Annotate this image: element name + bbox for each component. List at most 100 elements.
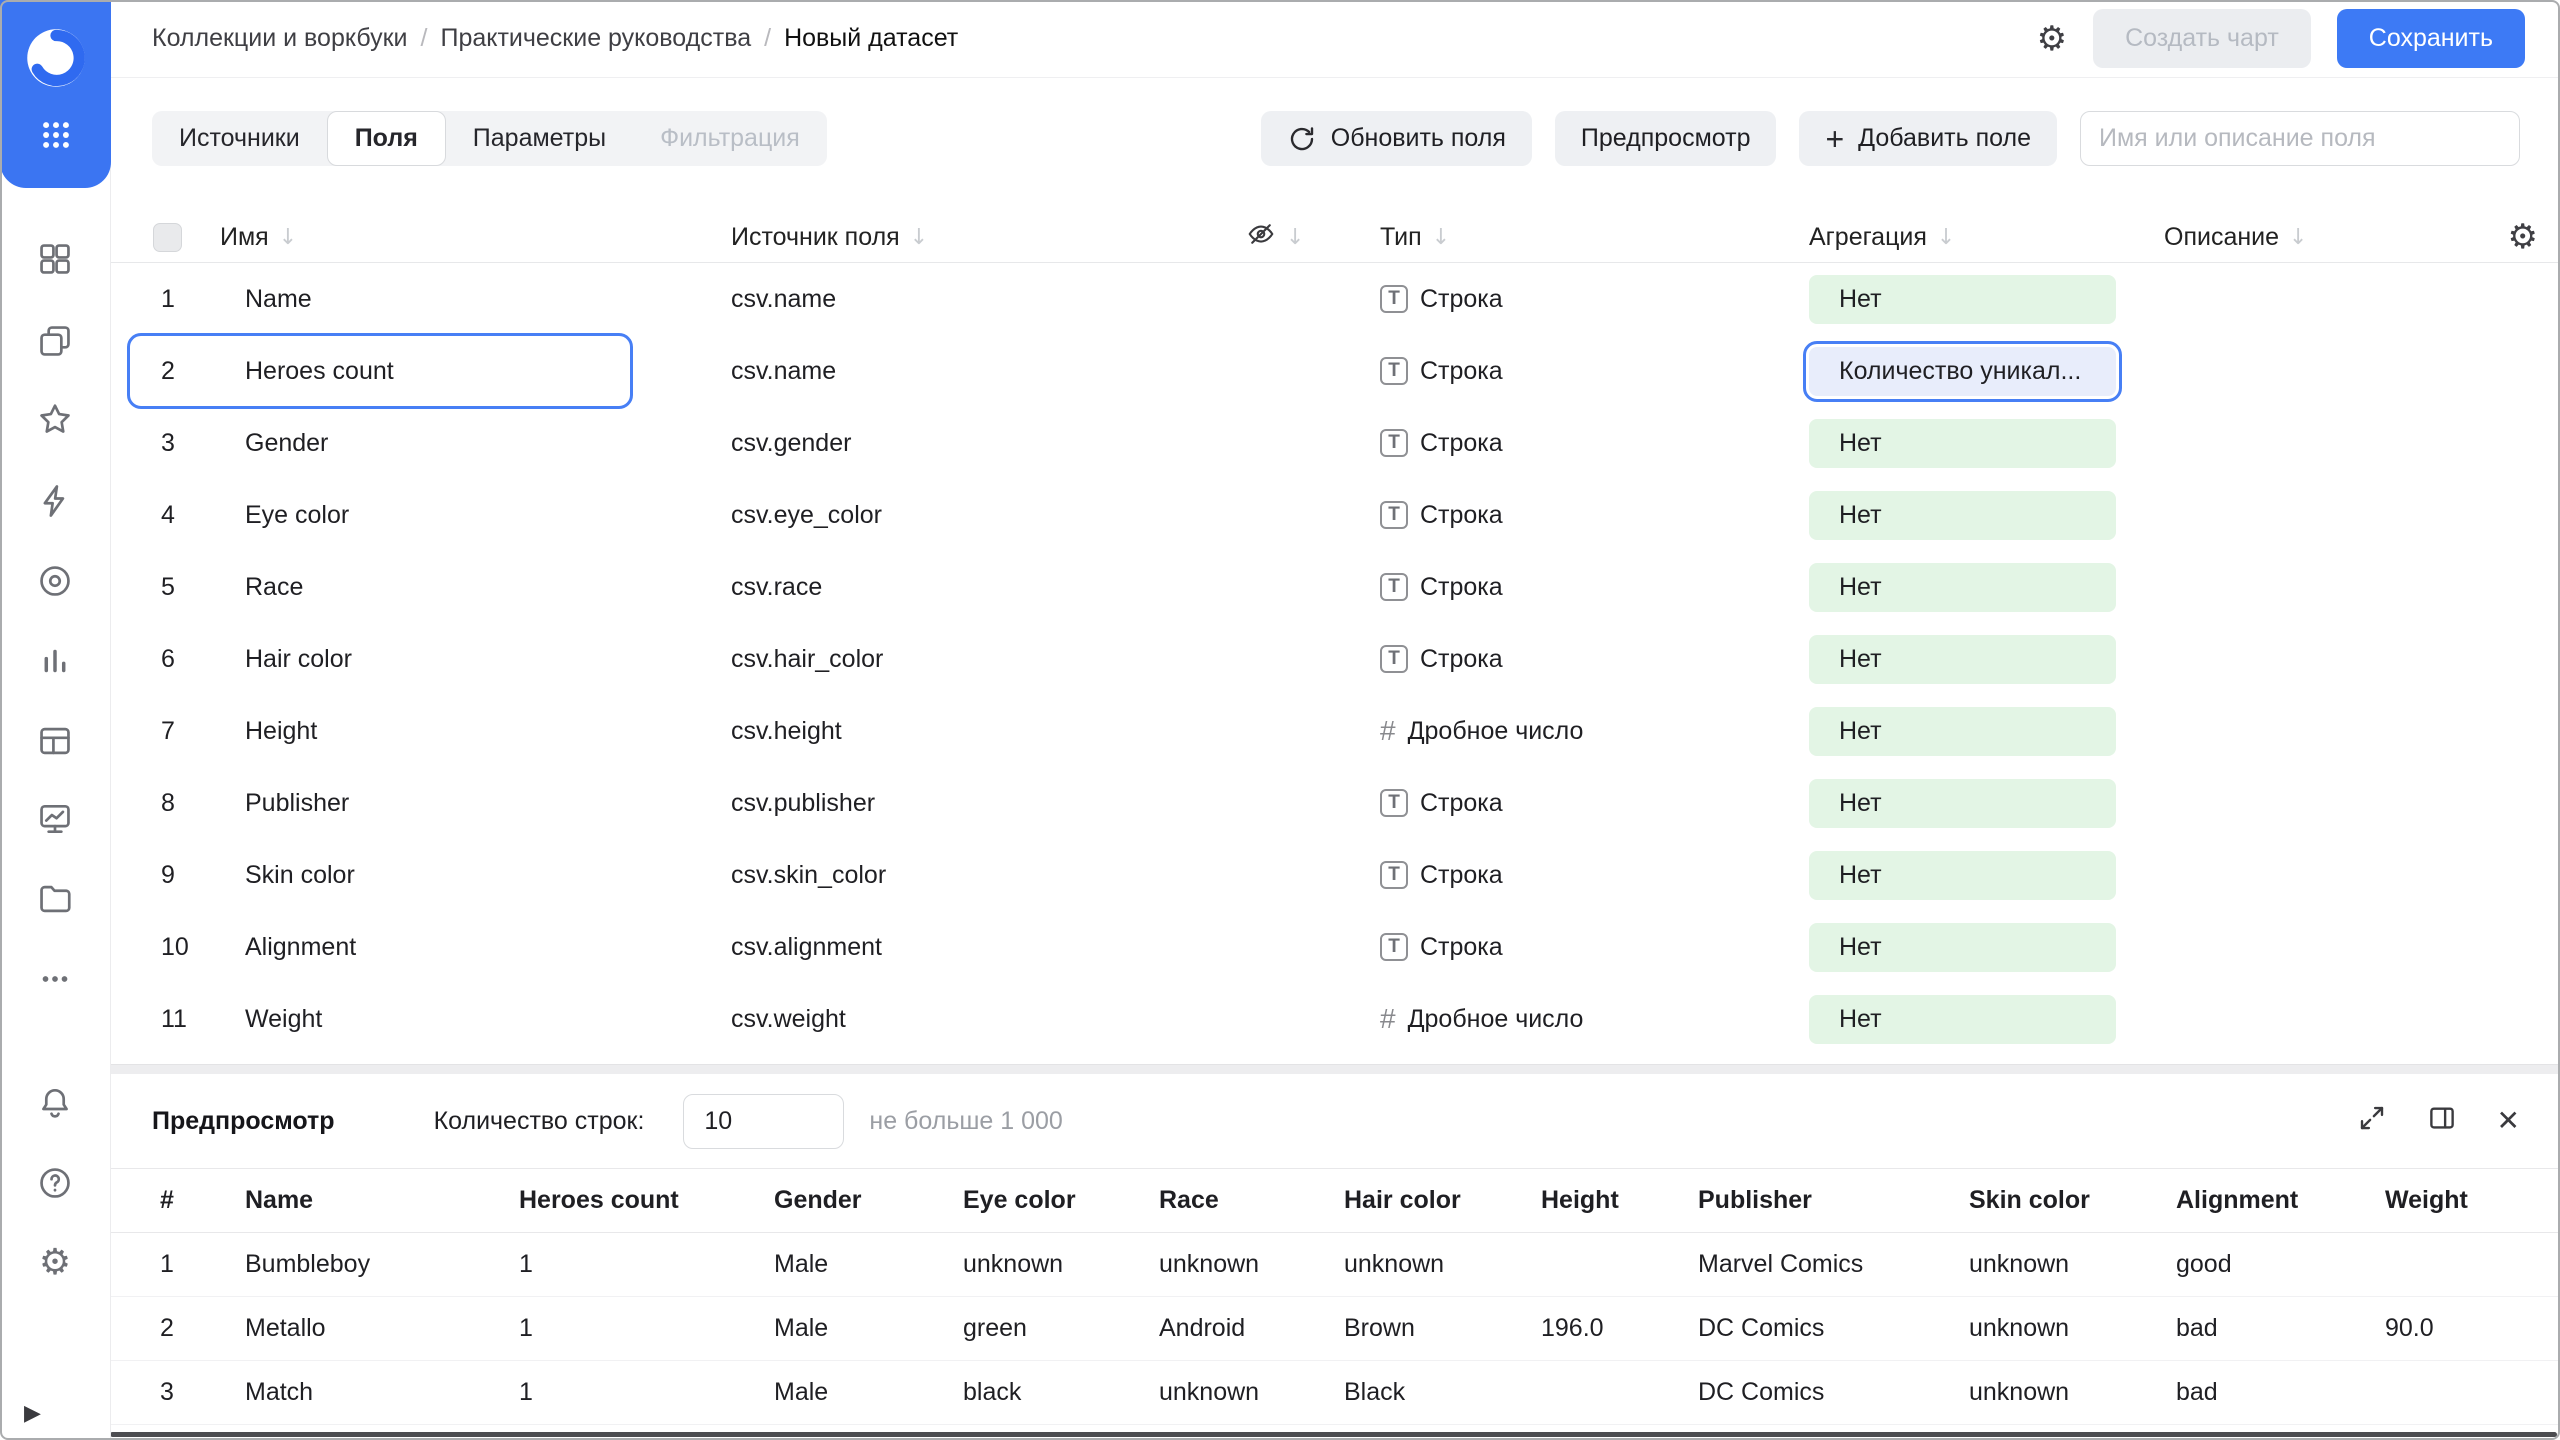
aggregation-badge[interactable]: Нет — [1809, 995, 2116, 1044]
field-row[interactable]: 10 Alignment csv.alignment T Строка Нет — [111, 911, 2560, 983]
field-aggregation[interactable]: Нет — [1809, 269, 2164, 330]
favorites-icon[interactable] — [36, 400, 74, 438]
tab-filtering[interactable]: Фильтрация — [633, 112, 827, 165]
panel-divider[interactable] — [111, 1064, 2560, 1074]
aggregation-badge[interactable]: Нет — [1809, 563, 2116, 612]
sort-icon[interactable]: ↓ — [279, 225, 297, 250]
field-name-cell[interactable]: Weight — [220, 1005, 731, 1034]
field-type[interactable]: T Строка — [1380, 645, 1809, 674]
field-name-cell[interactable]: Race — [220, 573, 731, 602]
breadcrumb-workbook[interactable]: Практические руководства — [440, 24, 751, 53]
tab-fields[interactable]: Поля — [327, 111, 446, 166]
field-row[interactable]: 11 Weight csv.weight # Дробное число Нет — [111, 983, 2560, 1055]
aggregation-badge[interactable]: Количество уникал... — [1809, 347, 2116, 396]
datalens-logo-icon[interactable] — [26, 28, 86, 88]
settings-gear-icon[interactable]: ⚙ — [36, 1243, 74, 1281]
select-all-checkbox[interactable] — [153, 223, 182, 252]
field-name-cell[interactable]: Hair color — [220, 645, 731, 674]
aggregation-badge[interactable]: Нет — [1809, 491, 2116, 540]
table-settings-gear-icon[interactable]: ⚙ — [2508, 217, 2538, 257]
field-row[interactable]: 1 Name csv.name T Строка Нет — [111, 263, 2560, 335]
collections-icon[interactable] — [36, 322, 74, 360]
field-row[interactable]: 2 Heroes count csv.name T Строка Количес… — [111, 335, 2560, 407]
apps-grid-icon[interactable] — [39, 118, 73, 152]
save-button[interactable]: Сохранить — [2337, 9, 2525, 68]
refresh-fields-button[interactable]: Обновить поля — [1261, 111, 1532, 166]
field-aggregation[interactable]: Нет — [1809, 701, 2164, 762]
field-type[interactable]: T Строка — [1380, 357, 1809, 386]
field-aggregation[interactable]: Нет — [1809, 629, 2164, 690]
field-aggregation[interactable]: Нет — [1809, 989, 2164, 1050]
datasets-icon[interactable] — [36, 562, 74, 600]
sort-icon[interactable]: ↓ — [1286, 225, 1304, 250]
field-name-cell[interactable]: Heroes count — [220, 357, 731, 386]
notifications-bell-icon[interactable] — [36, 1084, 74, 1122]
aggregation-badge[interactable]: Нет — [1809, 923, 2116, 972]
column-header-source[interactable]: Источник поля ↓ — [731, 223, 1246, 252]
aggregation-badge[interactable]: Нет — [1809, 707, 2116, 756]
field-row[interactable]: 3 Gender csv.gender T Строка Нет — [111, 407, 2560, 479]
aggregation-badge[interactable]: Нет — [1809, 851, 2116, 900]
field-name-cell[interactable]: Alignment — [220, 933, 731, 962]
add-field-button[interactable]: + Добавить поле — [1799, 111, 2057, 166]
field-type[interactable]: T Строка — [1380, 573, 1809, 602]
column-header-aggregation[interactable]: Агрегация ↓ — [1809, 223, 2164, 252]
field-row[interactable]: 4 Eye color csv.eye_color T Строка Нет — [111, 479, 2560, 551]
field-type[interactable]: # Дробное число — [1380, 1005, 1809, 1034]
column-header-type[interactable]: Тип ↓ — [1380, 223, 1809, 252]
aggregation-badge[interactable]: Нет — [1809, 275, 2116, 324]
expand-preview-icon[interactable] — [2357, 1103, 2387, 1140]
tab-sources[interactable]: Источники — [152, 112, 327, 165]
column-header-name[interactable]: Имя ↓ — [220, 223, 731, 252]
more-icon[interactable] — [36, 960, 74, 998]
row-count-input[interactable] — [683, 1094, 844, 1149]
dashboards-icon[interactable] — [36, 240, 74, 278]
field-type[interactable]: T Строка — [1380, 429, 1809, 458]
charts-icon[interactable] — [36, 642, 74, 680]
horizontal-scrollbar[interactable] — [110, 1432, 2557, 1437]
field-row[interactable]: 5 Race csv.race T Строка Нет — [111, 551, 2560, 623]
aggregation-badge[interactable]: Нет — [1809, 779, 2116, 828]
aggregation-badge[interactable]: Нет — [1809, 635, 2116, 684]
field-row[interactable]: 8 Publisher csv.publisher T Строка Нет — [111, 767, 2560, 839]
sort-icon[interactable]: ↓ — [1432, 225, 1450, 250]
breadcrumb-collections[interactable]: Коллекции и воркбуки — [152, 24, 408, 53]
field-name-cell[interactable]: Publisher — [220, 789, 731, 818]
field-row[interactable]: 9 Skin color csv.skin_color T Строка Нет — [111, 839, 2560, 911]
connections-icon[interactable] — [36, 482, 74, 520]
sort-icon[interactable]: ↓ — [910, 225, 928, 250]
field-name-cell[interactable]: Gender — [220, 429, 731, 458]
create-chart-button[interactable]: Создать чарт — [2093, 9, 2311, 68]
monitoring-icon[interactable] — [36, 800, 74, 838]
split-view-icon[interactable] — [2427, 1103, 2457, 1140]
help-icon[interactable] — [36, 1164, 74, 1202]
field-type[interactable]: T Строка — [1380, 501, 1809, 530]
close-preview-icon[interactable]: ✕ — [2497, 1107, 2520, 1135]
sort-icon[interactable]: ↓ — [1937, 225, 1955, 250]
field-aggregation[interactable]: Нет — [1809, 845, 2164, 906]
field-name-cell[interactable]: Eye color — [220, 501, 731, 530]
field-row[interactable]: 7 Height csv.height # Дробное число Нет — [111, 695, 2560, 767]
field-name-cell[interactable]: Skin color — [220, 861, 731, 890]
sidebar-expand-icon[interactable]: ▶ — [24, 1401, 41, 1426]
field-name-cell[interactable]: Name — [220, 285, 731, 314]
storage-folder-icon[interactable] — [36, 880, 74, 918]
tab-parameters[interactable]: Параметры — [446, 112, 633, 165]
field-type[interactable]: T Строка — [1380, 933, 1809, 962]
column-header-description[interactable]: Описание ↓ — [2164, 223, 2464, 252]
field-search-input[interactable] — [2080, 111, 2520, 166]
sort-icon[interactable]: ↓ — [2289, 225, 2307, 250]
field-type[interactable]: T Строка — [1380, 861, 1809, 890]
column-header-hidden[interactable]: ↓ — [1246, 219, 1380, 256]
tables-icon[interactable] — [36, 722, 74, 760]
field-type[interactable]: T Строка — [1380, 285, 1809, 314]
field-type[interactable]: # Дробное число — [1380, 717, 1809, 746]
aggregation-badge[interactable]: Нет — [1809, 419, 2116, 468]
field-type[interactable]: T Строка — [1380, 789, 1809, 818]
field-aggregation[interactable]: Нет — [1809, 773, 2164, 834]
field-name-cell[interactable]: Height — [220, 717, 731, 746]
preview-toggle-button[interactable]: Предпросмотр — [1555, 111, 1777, 166]
field-aggregation[interactable]: Нет — [1809, 917, 2164, 978]
field-aggregation[interactable]: Нет — [1809, 485, 2164, 546]
field-aggregation[interactable]: Нет — [1809, 413, 2164, 474]
